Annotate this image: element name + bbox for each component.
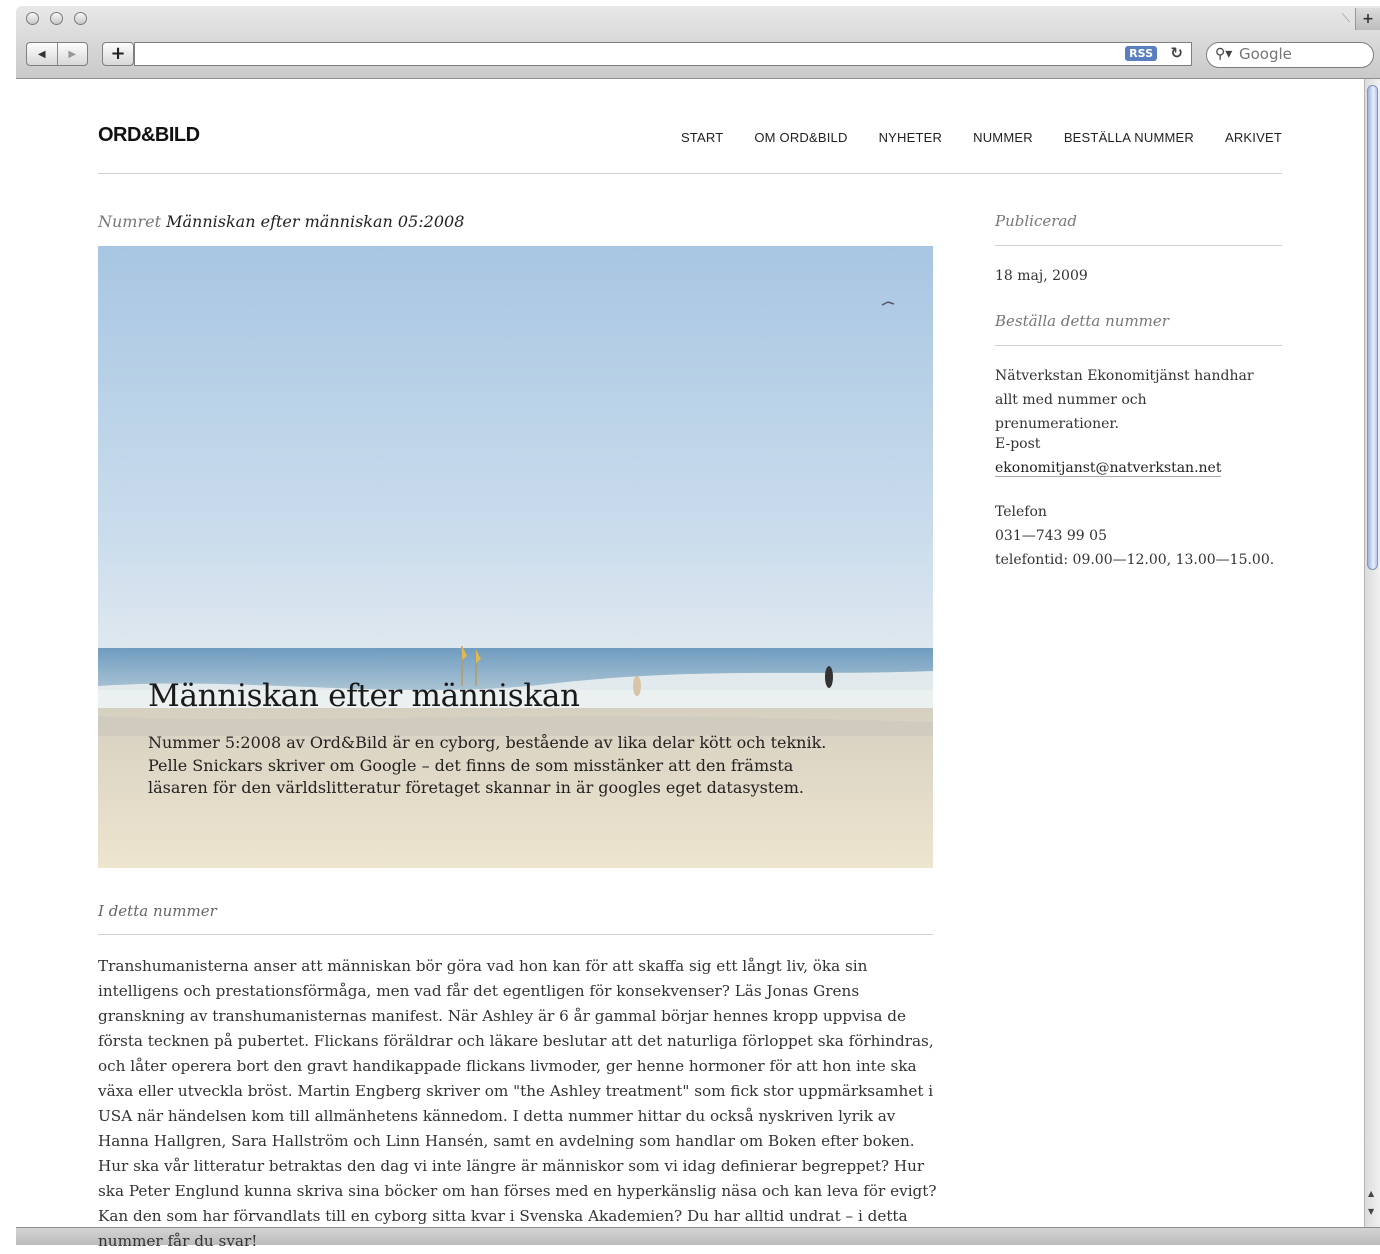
reload-icon[interactable]: ↻ [1170,44,1183,62]
new-tab-button[interactable]: + [1355,8,1380,30]
section-heading: I detta nummer [98,902,217,920]
hero-title[interactable]: Människan efter människan [148,678,580,714]
phone-hours: telefontid: 09.00—12.00, 13.00—15.00. [995,552,1275,568]
address-bar[interactable]: RSS ↻ [134,42,1192,66]
phone-number: 031—743 99 05 [995,528,1107,544]
toolbar-toggle-icon[interactable]: ⟍ [1342,11,1350,26]
vertical-scrollbar[interactable]: ▲ ▼ [1364,79,1380,1227]
back-button[interactable]: ◀ [27,43,57,65]
forward-button[interactable]: ▶ [56,43,88,65]
issue-description: Transhumanisterna anser att människan bö… [98,957,937,1250]
minimize-window-button[interactable] [50,12,63,25]
rss-button[interactable]: RSS [1125,46,1157,61]
zoom-window-button[interactable] [74,12,87,25]
nav-bestalla-nummer[interactable]: BESTÄLLA NUMMER [1064,130,1194,145]
email-line: ekonomitjanst@natverkstan.net [995,456,1285,480]
issue-breadcrumb: Numret Människan efter människan 05:2008 [98,212,464,231]
nav-om-ordbild[interactable]: OM ORD&BILD [754,130,847,145]
browser-toolbar: ⟍ + ◀ ▶ + RSS ↻ ⚲▾ [16,6,1380,79]
published-date: 18 maj, 2009 [995,268,1088,284]
search-input[interactable] [1239,45,1359,63]
email-link[interactable]: ekonomitjanst@natverkstan.net [995,460,1222,477]
nav-start[interactable]: START [681,130,723,145]
site-logo[interactable]: ORD&BILD [98,124,200,147]
hero-image: Människan efter människan Nummer 5:2008 … [98,246,933,868]
search-field[interactable]: ⚲▾ [1206,42,1374,68]
nav-nummer[interactable]: NUMMER [973,130,1033,145]
email-label: E-post [995,436,1041,452]
nav-arkivet[interactable]: ARKIVET [1225,130,1282,145]
header-divider [98,173,1282,174]
phone-label: Telefon [995,504,1047,520]
scrollbar-thumb[interactable] [1367,85,1378,570]
issue-prefix: Numret [98,212,162,231]
order-text: Nätverkstan Ekonomitjänst handhar allt m… [995,368,1254,432]
scroll-up-icon[interactable]: ▲ [1368,1189,1374,1198]
hero-description: Nummer 5:2008 av Ord&Bild är en cyborg, … [148,733,827,797]
nav-nyheter[interactable]: NYHETER [879,130,943,145]
section-divider [98,934,933,935]
add-bookmark-button[interactable]: + [102,42,134,66]
issue-name: Människan efter människan 05:2008 [166,212,465,231]
published-heading: Publicerad [995,212,1077,230]
order-divider [995,345,1282,346]
search-icon[interactable]: ⚲▾ [1215,46,1232,62]
close-window-button[interactable] [26,12,39,25]
scroll-down-icon[interactable]: ▼ [1368,1207,1374,1216]
main-nav: START OM ORD&BILD NYHETER NUMMER BESTÄLL… [650,130,1282,145]
published-divider [995,245,1282,246]
history-buttons: ◀ ▶ [26,42,88,66]
order-heading: Beställa detta nummer [995,312,1169,330]
